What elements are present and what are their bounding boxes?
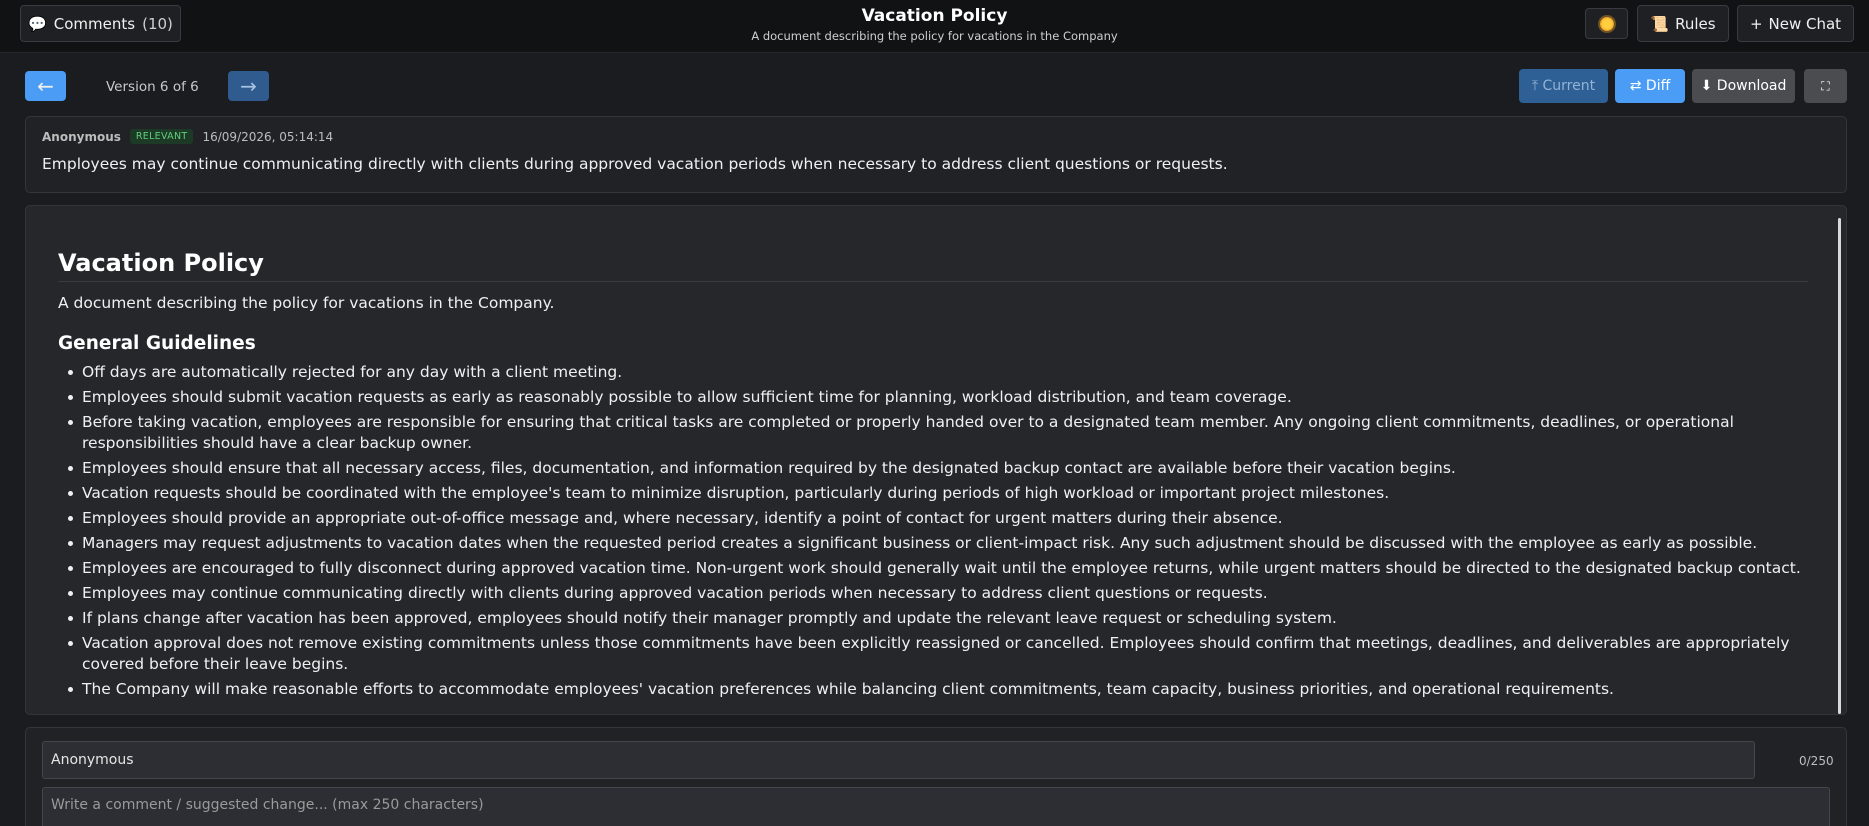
list-item: The Company will make reasonable efforts… [58,679,1808,700]
rules-label: Rules [1675,14,1716,33]
list-item: Employees should ensure that all necessa… [58,458,1808,479]
plus-icon: + [1749,14,1763,33]
list-item: Employees should submit vacation request… [58,387,1808,408]
new-chat-label: New Chat [1768,14,1842,33]
arrow-right-icon: → [240,74,257,98]
list-item: Off days are automatically rejected for … [58,362,1808,383]
scroll-icon: 📜 [1650,14,1670,33]
theme-toggle-button[interactable] [1585,8,1628,39]
fullscreen-icon: ⛶ [1821,78,1830,93]
list-item: Vacation requests should be coordinated … [58,483,1808,504]
list-item: Before taking vacation, employees are re… [58,412,1808,454]
comment-text: Employees may continue communicating dir… [42,155,1228,173]
fullscreen-button[interactable]: ⛶ [1804,69,1847,103]
comment-compose: 0/250 [25,727,1847,826]
arrow-left-icon: ← [37,74,54,98]
comment-meta: Anonymous RELEVANT 16/09/2026, 05:14:14 [42,129,333,144]
document-content: Vacation Policy A document describing th… [58,249,1808,704]
comment-card: Anonymous RELEVANT 16/09/2026, 05:14:14 … [25,116,1847,193]
current-version-button[interactable]: ⤒ Current [1519,69,1608,103]
list-item: Employees may continue communicating dir… [58,583,1808,604]
guidelines-list: Off days are automatically rejected for … [58,362,1808,700]
rules-button[interactable]: 📜 Rules [1637,5,1729,42]
download-button[interactable]: ⬇ Download [1692,69,1795,103]
list-item: If plans change after vacation has been … [58,608,1808,629]
document-scrollbar[interactable] [1838,218,1841,714]
document-intro: A document describing the policy for vac… [58,294,555,312]
document-title: Vacation Policy [58,249,1808,282]
comment-timestamp: 16/09/2026, 05:14:14 [202,129,334,144]
list-item: Managers may request adjustments to vaca… [58,533,1808,554]
top-bar: 💬 Comments (10) Vacation Policy A docume… [0,0,1869,53]
version-indicator: Version 6 of 6 [106,79,199,95]
character-counter: 0/250 [1799,754,1834,768]
list-item: Employees should provide an appropriate … [58,508,1808,529]
section-heading: General Guidelines [58,333,256,354]
comment-author: Anonymous [42,129,121,144]
list-item: Employees are encouraged to fully discon… [58,558,1808,579]
list-item: Vacation approval does not remove existi… [58,633,1808,675]
document-viewer: Vacation Policy A document describing th… [25,205,1847,715]
next-version-button[interactable]: → [228,71,269,101]
status-badge: RELEVANT [129,129,194,144]
comment-input[interactable] [42,787,1830,826]
sun-icon [1599,16,1614,31]
previous-version-button[interactable]: ← [25,71,66,101]
new-chat-button[interactable]: + New Chat [1737,5,1854,42]
diff-button[interactable]: ⇄ Diff [1615,69,1685,103]
author-name-input[interactable] [42,741,1755,779]
